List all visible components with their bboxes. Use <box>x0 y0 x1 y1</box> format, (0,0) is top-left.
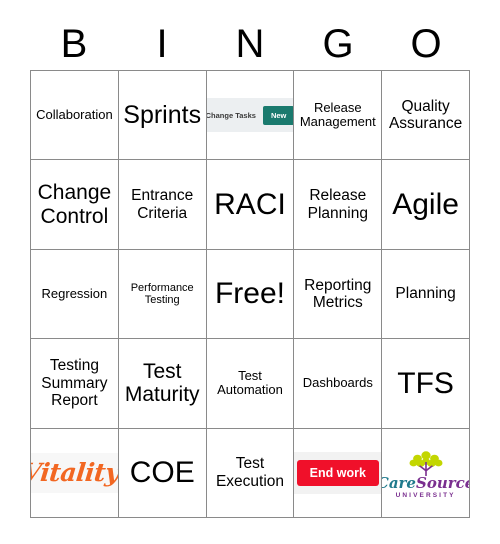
bingo-card-page: B I N G O Collaboration Sprints Change T… <box>0 0 500 544</box>
bingo-cell-label: Agile <box>392 187 459 221</box>
bingo-cell-n5[interactable]: Test Execution <box>206 428 295 518</box>
brand-university: UNIVERSITY <box>395 492 456 500</box>
bingo-cell-o2[interactable]: Agile <box>382 160 470 250</box>
tree-icon <box>409 451 443 477</box>
bingo-header-letter-b: B <box>60 22 88 66</box>
bingo-cell-label: Test Execution <box>215 455 285 490</box>
bingo-cell-label: RACI <box>214 187 286 221</box>
bingo-cell-i3[interactable]: Performance Testing <box>118 249 207 340</box>
bingo-cell-g4[interactable]: Dashboards <box>294 339 383 429</box>
bingo-cell-o3[interactable]: Planning <box>382 249 470 340</box>
bingo-cell-b5[interactable]: Vitality® <box>31 428 119 518</box>
bingo-grid: Collaboration Sprints Change Tasks New R… <box>30 70 470 518</box>
caresource-university-logo: CareSource UNIVERSITY <box>382 429 469 517</box>
bingo-cell-i4[interactable]: Test Maturity <box>118 339 207 429</box>
bingo-cell-label: Free! <box>214 277 285 311</box>
bingo-cell-b4[interactable]: Testing Summary Report <box>31 339 119 429</box>
change-tasks-screenshot: Change Tasks New <box>206 98 294 133</box>
end-work-screenshot: End work <box>294 451 382 494</box>
bingo-cell-o1[interactable]: Quality Assurance <box>382 71 470 161</box>
bingo-cell-label: Sprints <box>123 101 202 130</box>
bingo-header-letter-o: O <box>410 22 442 66</box>
caresource-wordmark: CareSource <box>382 474 470 493</box>
bingo-cell-label: Regression <box>41 285 108 301</box>
bingo-cell-i1[interactable]: Sprints <box>118 71 207 161</box>
bingo-cell-g1[interactable]: Release Management <box>294 71 383 161</box>
change-tasks-label: Change Tasks <box>206 110 256 120</box>
bingo-cell-n1[interactable]: Change Tasks New <box>206 71 295 161</box>
bingo-cell-b1[interactable]: Collaboration <box>31 71 119 161</box>
bingo-header-letter-i: I <box>156 22 168 66</box>
bingo-cell-b3[interactable]: Regression <box>31 249 119 340</box>
bingo-cell-label: Dashboards <box>302 375 373 391</box>
bingo-cell-label: Release Management <box>299 99 376 130</box>
bingo-cell-o5[interactable]: CareSource UNIVERSITY <box>382 428 470 518</box>
brand-care: Care <box>382 474 416 493</box>
bingo-cell-label: Release Planning <box>307 187 368 222</box>
bingo-cell-i2[interactable]: Entrance Criteria <box>118 160 207 250</box>
bingo-cell-label: Quality Assurance <box>388 97 463 133</box>
bingo-cell-label: Test Maturity <box>124 359 200 407</box>
bingo-header: B I N G O <box>30 18 470 70</box>
new-button[interactable]: New <box>262 105 294 125</box>
bingo-cell-label: Collaboration <box>36 106 113 122</box>
end-work-button[interactable]: End work <box>296 459 379 487</box>
vitality-text: Vitality <box>31 458 119 488</box>
bingo-cell-g3[interactable]: Reporting Metrics <box>294 249 383 340</box>
bingo-cell-i5[interactable]: COE <box>118 428 207 518</box>
bingo-cell-label: Testing Summary Report <box>41 357 108 410</box>
bingo-cell-o4[interactable]: TFS <box>382 339 470 429</box>
bingo-cell-g2[interactable]: Release Planning <box>294 160 383 250</box>
bingo-cell-label: TFS <box>397 366 454 400</box>
bingo-cell-n4[interactable]: Test Automation <box>206 339 295 429</box>
bingo-cell-label: Planning <box>395 285 456 303</box>
bingo-cell-label: Change Control <box>37 181 112 228</box>
brand-source: Source <box>415 474 470 493</box>
bingo-cell-g5[interactable]: End work <box>294 428 383 518</box>
bingo-cell-n3-free[interactable]: Free! <box>206 249 295 340</box>
bingo-cell-label: COE <box>129 456 195 489</box>
vitality-wordmark: Vitality® <box>31 458 119 488</box>
bingo-cell-label: Reporting Metrics <box>304 276 372 311</box>
bingo-header-letter-g: G <box>322 22 354 66</box>
vitality-logo: Vitality® <box>31 452 119 493</box>
bingo-cell-label: Entrance Criteria <box>131 187 194 222</box>
bingo-header-letter-n: N <box>235 22 265 66</box>
bingo-cell-label: Performance Testing <box>130 281 194 306</box>
bingo-cell-b2[interactable]: Change Control <box>31 160 119 250</box>
bingo-cell-n2[interactable]: RACI <box>206 160 295 250</box>
bingo-cell-label: Test Automation <box>217 367 283 398</box>
